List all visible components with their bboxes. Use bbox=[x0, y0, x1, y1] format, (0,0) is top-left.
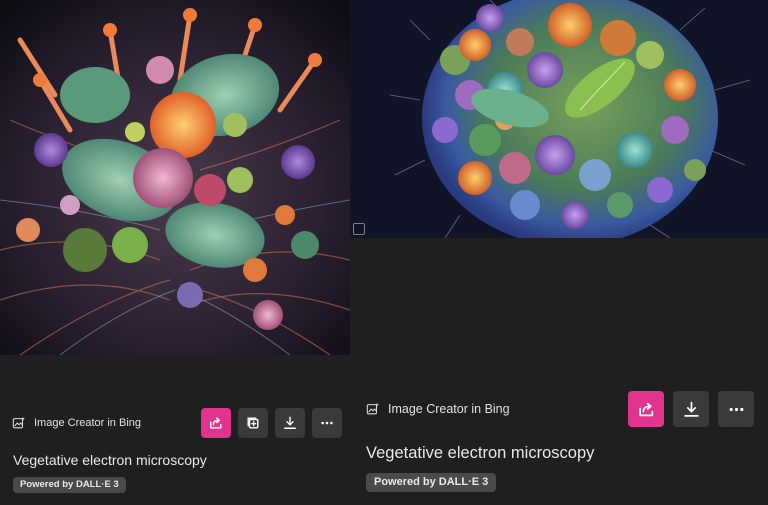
image-card-right: Image Creator in Bing Vegetative electro… bbox=[350, 0, 768, 505]
download-button[interactable] bbox=[275, 408, 305, 438]
image-title[interactable]: Vegetative electron microscopy bbox=[366, 444, 594, 463]
source-label-text: Image Creator in Bing bbox=[388, 402, 510, 416]
powered-by-badge: Powered by DALL·E 3 bbox=[366, 473, 497, 492]
powered-by-badge: Powered by DALL·E 3 bbox=[13, 477, 126, 493]
image-creator-icon bbox=[12, 416, 26, 430]
more-options-button[interactable] bbox=[718, 391, 754, 427]
generated-image-left[interactable] bbox=[0, 0, 350, 355]
download-button[interactable] bbox=[673, 391, 709, 427]
share-button[interactable] bbox=[628, 391, 664, 427]
image-results-page: Image Creator in Bing Vegetative electro… bbox=[0, 0, 768, 505]
more-options-button[interactable] bbox=[312, 408, 342, 438]
action-bar-left: Image Creator in Bing bbox=[12, 408, 342, 438]
share-button[interactable] bbox=[201, 408, 231, 438]
download-icon bbox=[683, 401, 699, 417]
source-label[interactable]: Image Creator in Bing bbox=[12, 416, 194, 430]
corner-badge-icon bbox=[353, 223, 365, 235]
more-icon bbox=[321, 421, 333, 425]
image-title[interactable]: Vegetative electron microscopy bbox=[13, 452, 207, 468]
add-to-collection-icon bbox=[247, 417, 259, 429]
share-icon bbox=[210, 417, 222, 429]
source-label[interactable]: Image Creator in Bing bbox=[366, 402, 619, 416]
share-icon bbox=[638, 402, 653, 416]
download-icon bbox=[284, 416, 296, 429]
more-icon bbox=[729, 407, 743, 411]
image-creator-icon bbox=[366, 402, 380, 416]
add-to-collection-button[interactable] bbox=[238, 408, 268, 438]
image-card-left: Image Creator in Bing Vegetative electro… bbox=[0, 0, 350, 505]
source-label-text: Image Creator in Bing bbox=[34, 417, 141, 429]
action-bar-right: Image Creator in Bing bbox=[366, 390, 754, 428]
generated-image-right[interactable] bbox=[350, 0, 768, 238]
